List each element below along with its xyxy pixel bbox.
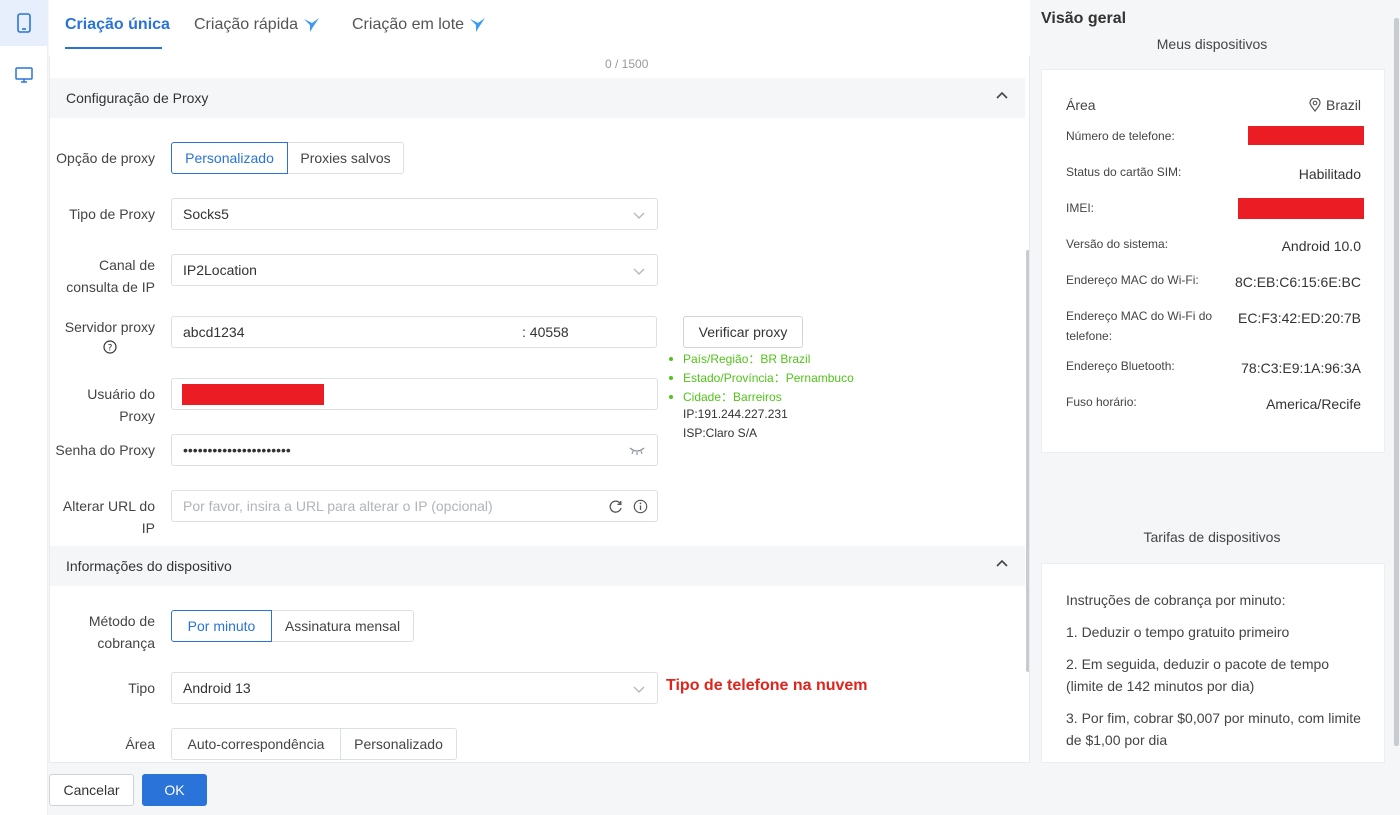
- desktop-device-button[interactable]: [0, 52, 47, 98]
- verify-proxy-button[interactable]: Verificar proxy: [683, 316, 803, 348]
- bird-icon: [304, 18, 320, 32]
- proxy-user-label: Usuário do Proxy: [87, 386, 155, 424]
- imei-label: IMEI:: [1066, 201, 1095, 215]
- section-title: Configuração de Proxy: [66, 90, 209, 106]
- system-version-value: Android 10.0: [1281, 238, 1361, 254]
- ip-channel-select[interactable]: IP2Location: [171, 254, 658, 286]
- device-rates-title: Tarifas de dispositivos: [1143, 529, 1281, 545]
- proxy-option-label: Opção de proxy: [56, 150, 155, 166]
- proxy-type-select[interactable]: Socks5: [171, 198, 658, 230]
- help-icon-wrap: ?: [65, 340, 155, 354]
- char-counter: 0 / 1500: [605, 57, 649, 71]
- overview-scrollbar[interactable]: [1394, 18, 1399, 746]
- proxy-server-label: Servidor proxy ?: [64, 319, 155, 354]
- proxy-section-header[interactable]: Configuração de Proxy: [50, 78, 1025, 118]
- redacted-imei: [1238, 198, 1364, 219]
- overview-panel: Visão geral Meus dispositivos Área Brazi…: [1031, 0, 1400, 815]
- area-row-label: Área: [1066, 97, 1096, 113]
- bird-icon: [470, 18, 486, 32]
- eye-closed-icon[interactable]: [629, 446, 645, 456]
- creation-tabs: Criação única Criação rápida Criação em …: [49, 0, 1030, 56]
- device-section-header[interactable]: Informações do dispositivo: [50, 546, 1025, 586]
- billing-monthly[interactable]: Assinatura mensal: [271, 610, 414, 642]
- system-version-label: Versão do sistema:: [1066, 237, 1169, 251]
- bluetooth-label: Endereço Bluetooth:: [1066, 359, 1175, 373]
- area-row-value: Brazil: [1309, 97, 1361, 113]
- active-tab-indicator: [65, 47, 162, 49]
- billing-line: 2. Em seguida, deduzir o pacote de tempo…: [1066, 656, 1330, 694]
- change-ip-url-label: Alterar URL do IP: [62, 498, 155, 536]
- chevron-up-icon: [996, 559, 1008, 567]
- wifi-mac-value: 8C:EB:C6:15:6E:BC: [1234, 274, 1361, 290]
- redacted-phone-number: [1248, 126, 1364, 145]
- phone-wifi-mac-label: Endereço MAC do Wi-Fi do telefone:: [1066, 309, 1213, 343]
- svg-text:?: ?: [107, 344, 112, 354]
- chevron-down-icon: [633, 268, 645, 275]
- proxy-type-label: Tipo de Proxy: [69, 206, 155, 222]
- my-devices-title: Meus dispositivos: [1156, 36, 1268, 52]
- cancel-button[interactable]: Cancelar: [49, 774, 134, 806]
- result-country: País/Região：BR Brazil: [669, 350, 810, 367]
- form-content: 0 / 1500 Configuração de Proxy Opção de …: [49, 56, 1030, 763]
- ok-button[interactable]: OK: [142, 774, 207, 806]
- chevron-down-icon: [633, 212, 645, 219]
- area-auto-match[interactable]: Auto-correspondência: [171, 728, 341, 760]
- area-label: Área: [125, 736, 155, 752]
- billing-line: Instruções de cobrança por minuto:: [1066, 592, 1286, 608]
- billing-per-minute[interactable]: Por minuto: [171, 610, 272, 642]
- bluetooth-value: 78:C3:E9:1A:96:3A: [1241, 360, 1361, 376]
- result-state: Estado/Província：Pernambuco: [669, 369, 854, 386]
- proxy-host: abcd1234: [183, 324, 245, 340]
- proxy-option-saved[interactable]: Proxies salvos: [287, 142, 404, 174]
- ip-channel-label: Canal de consulta de IP: [66, 257, 155, 295]
- result-city: Cidade：Barreiros: [669, 388, 782, 405]
- area-custom[interactable]: Personalizado: [340, 728, 457, 760]
- tab-quick-creation[interactable]: Criação rápida: [194, 16, 320, 34]
- mobile-device-button[interactable]: [0, 0, 47, 46]
- phone-wifi-mac-value: EC:F3:42:ED:20:7B: [1238, 310, 1361, 326]
- billing-method-label: Método de cobrança: [88, 613, 155, 651]
- overview-title: Visão geral: [1041, 10, 1127, 27]
- proxy-server-input[interactable]: abcd1234 : 40558: [171, 316, 657, 348]
- device-type-label: Tipo: [128, 680, 155, 696]
- proxy-port: : 40558: [522, 324, 569, 340]
- location-pin-icon: [1309, 98, 1321, 112]
- proxy-user-input[interactable]: [171, 378, 658, 410]
- redacted-username: [182, 384, 324, 405]
- info-icon[interactable]: [633, 499, 648, 514]
- chevron-up-icon: [996, 91, 1008, 99]
- phone-number-label: Número de telefone:: [1066, 129, 1175, 143]
- proxy-password-label: Senha do Proxy: [55, 442, 155, 458]
- sim-status-label: Status do cartão SIM:: [1066, 165, 1182, 179]
- content-scrollbar[interactable]: [1026, 250, 1029, 672]
- result-ip: IP:191.244.227.231: [683, 407, 788, 421]
- chevron-down-icon: [633, 686, 645, 693]
- help-icon[interactable]: ?: [103, 340, 117, 354]
- timezone-value: America/Recife: [1266, 396, 1361, 412]
- monitor-icon: [14, 67, 33, 83]
- result-isp: ISP:Claro S/A: [683, 426, 758, 440]
- cloud-phone-annotation: Tipo de telefone na nuvem: [666, 677, 868, 694]
- billing-info-card: Instruções de cobrança por minuto: 1. De…: [1041, 563, 1385, 763]
- section-title: Informações do dispositivo: [66, 558, 232, 574]
- sim-status-value: Habilitado: [1298, 166, 1361, 182]
- proxy-password-input[interactable]: ••••••••••••••••••••••: [171, 434, 658, 466]
- phone-icon: [16, 13, 31, 33]
- timezone-label: Fuso horário:: [1066, 395, 1137, 409]
- device-type-select[interactable]: Android 13: [171, 672, 658, 704]
- wifi-mac-label: Endereço MAC do Wi-Fi:: [1066, 273, 1199, 287]
- tab-single-creation[interactable]: Criação única: [65, 16, 170, 34]
- tab-batch-creation[interactable]: Criação em lote: [352, 16, 486, 34]
- billing-line: 3. Por fim, cobrar $0,007 por minuto, co…: [1066, 710, 1361, 748]
- left-icon-bar: [0, 0, 48, 815]
- refresh-icon[interactable]: [608, 499, 623, 514]
- device-info-card: Área Brazil Número de telefone: Status d…: [1041, 69, 1385, 453]
- change-ip-url-input[interactable]: Por favor, insira a URL para alterar o I…: [171, 490, 658, 522]
- billing-line: 1. Deduzir o tempo gratuito primeiro: [1066, 624, 1290, 640]
- proxy-option-custom[interactable]: Personalizado: [171, 142, 288, 174]
